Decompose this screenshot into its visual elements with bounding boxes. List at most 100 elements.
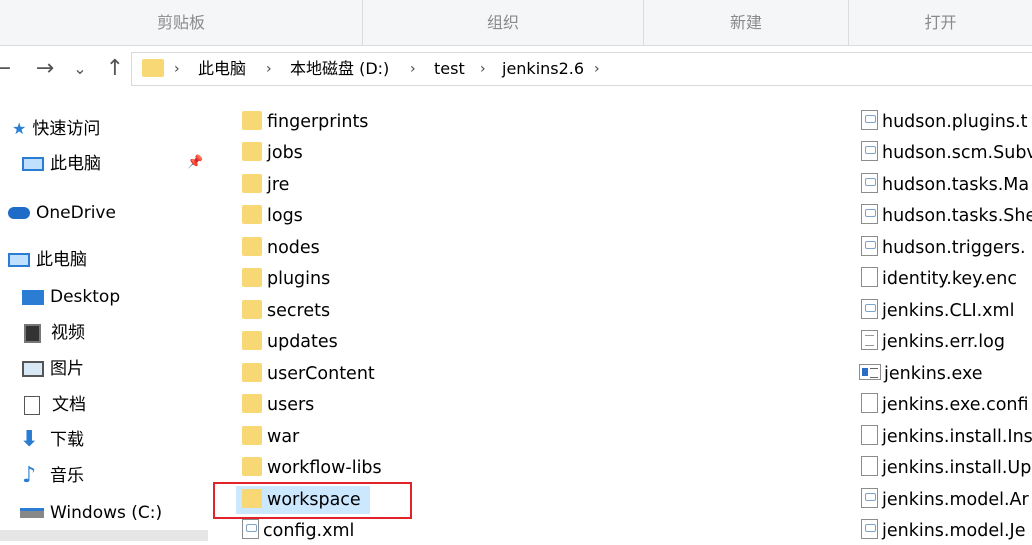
nav-label: 此电脑 — [36, 250, 87, 270]
cloud-icon — [8, 207, 30, 219]
breadcrumb-this-pc[interactable]: 此电脑 — [198, 53, 246, 85]
folder-name: war — [267, 427, 300, 447]
music-icon: ♪ — [22, 463, 37, 488]
folder-item[interactable]: secrets — [242, 297, 330, 325]
video-icon — [24, 323, 41, 343]
folder-item[interactable]: updates — [242, 328, 338, 356]
computer-icon — [8, 253, 30, 267]
folder-item[interactable]: logs — [242, 202, 303, 230]
chevron-right-icon[interactable]: › — [174, 53, 180, 85]
chevron-right-icon[interactable]: › — [594, 53, 600, 85]
breadcrumb-local-disk[interactable]: 本地磁盘 (D:) — [290, 53, 389, 85]
nav-onedrive[interactable]: OneDrive — [8, 199, 116, 227]
file-name: hudson.scm.Subv — [882, 143, 1032, 163]
nav-label: 文档 — [52, 395, 86, 415]
folder-item[interactable]: nodes — [242, 234, 320, 262]
folder-icon — [242, 362, 262, 382]
ribbon-group-open[interactable]: 打开 — [849, 0, 1032, 45]
file-name: jenkins.exe.confi — [882, 395, 1029, 415]
highlight-annotation — [213, 482, 412, 519]
download-icon: ⬇ — [20, 427, 39, 452]
file-item[interactable]: hudson.plugins.t — [861, 108, 1027, 136]
star-icon: ★ — [12, 119, 27, 138]
nav-label: Windows (C:) — [50, 503, 163, 523]
ribbon-group-clipboard[interactable]: 剪贴板 — [0, 0, 362, 45]
forward-arrow-icon[interactable]: → — [33, 54, 57, 84]
nav-pictures[interactable]: 图片 — [22, 355, 84, 383]
folder-item[interactable]: jobs — [242, 139, 303, 167]
nav-windows-drive[interactable]: Windows (C:) — [20, 499, 162, 527]
picture-icon — [22, 361, 44, 377]
computer-icon — [22, 157, 44, 171]
chevron-right-icon[interactable]: › — [410, 53, 416, 85]
folder-icon — [242, 236, 262, 256]
ribbon-group-organize[interactable]: 组织 — [363, 0, 643, 45]
nav-label: 此电脑 — [50, 154, 101, 174]
file-item[interactable]: jenkins.err.log — [861, 328, 1005, 356]
folder-icon — [242, 204, 262, 224]
exe-file-icon — [859, 364, 881, 380]
folder-item[interactable]: userContent — [242, 360, 375, 388]
breadcrumb-test[interactable]: test — [434, 53, 465, 85]
drive-icon — [20, 508, 44, 518]
file-name: hudson.plugins.t — [882, 112, 1028, 132]
file-item[interactable]: jenkins.install.Up — [861, 454, 1031, 482]
file-name: identity.key.enc — [882, 269, 1018, 289]
folder-icon — [242, 110, 262, 130]
chevron-right-icon[interactable]: › — [266, 53, 272, 85]
folder-name: workflow-libs — [267, 458, 382, 478]
nav-this-pc-pinned[interactable]: 此电脑 — [22, 150, 101, 178]
folder-item[interactable]: workflow-libs — [242, 454, 382, 482]
file-name: jenkins.model.Je — [882, 521, 1026, 541]
back-arrow-icon[interactable]: ← — [0, 54, 12, 84]
file-name: jenkins.err.log — [882, 332, 1005, 352]
file-item[interactable]: jenkins.model.Ar — [861, 486, 1029, 514]
folder-item[interactable]: jre — [242, 171, 289, 199]
file-item[interactable]: jenkins.CLI.xml — [861, 297, 1014, 325]
ribbon-group-new[interactable]: 新建 — [644, 0, 848, 45]
file-name: hudson.triggers. — [882, 238, 1026, 258]
folder-item[interactable]: fingerprints — [242, 108, 368, 136]
folder-icon — [242, 393, 262, 413]
nav-downloads[interactable]: ⬇ 下载 — [20, 426, 84, 454]
folder-name: plugins — [267, 269, 331, 289]
address-bar[interactable]: › 此电脑 › 本地磁盘 (D:) › test › jenkins2.6 › — [131, 52, 1032, 86]
file-item[interactable]: hudson.triggers. — [861, 234, 1026, 262]
up-arrow-icon[interactable]: ↑ — [103, 54, 127, 84]
file-item[interactable]: identity.key.enc — [861, 265, 1017, 293]
folder-name: logs — [267, 206, 303, 226]
file-item[interactable]: jenkins.exe.confi — [861, 391, 1029, 419]
folder-name: users — [267, 395, 315, 415]
breadcrumb-jenkins[interactable]: jenkins2.6 — [502, 53, 584, 85]
xml-file-icon — [861, 173, 878, 193]
nav-label: 图片 — [50, 359, 84, 379]
pin-icon[interactable]: 📌 — [187, 156, 203, 170]
folder-name: nodes — [267, 238, 320, 258]
folder-item[interactable]: users — [242, 391, 314, 419]
file-item[interactable]: jenkins.exe — [859, 360, 983, 388]
file-name: jenkins.install.Up — [882, 458, 1032, 478]
nav-label: 下载 — [50, 430, 84, 450]
chevron-right-icon[interactable]: › — [480, 53, 486, 85]
folder-item[interactable]: war — [242, 423, 299, 451]
file-item[interactable]: hudson.scm.Subv — [861, 139, 1032, 167]
file-item[interactable]: hudson.tasks.She — [861, 202, 1032, 230]
folder-icon — [242, 299, 262, 319]
nav-desktop[interactable]: Desktop — [22, 283, 120, 311]
blank-file-icon — [861, 267, 878, 287]
file-name: config.xml — [263, 521, 355, 541]
file-item[interactable]: hudson.tasks.Ma — [861, 171, 1029, 199]
xml-file-icon — [861, 204, 878, 224]
nav-this-pc[interactable]: 此电脑 — [8, 246, 87, 274]
horizontal-scrollbar[interactable] — [0, 530, 208, 541]
file-item[interactable]: jenkins.install.Ins — [861, 423, 1032, 451]
recent-locations-chevron-icon[interactable]: ⌄ — [70, 54, 90, 84]
nav-quick-access[interactable]: ★ 快速访问 — [12, 115, 100, 143]
nav-music[interactable]: ♪ 音乐 — [22, 462, 84, 490]
nav-documents[interactable]: 文档 — [22, 391, 86, 419]
folder-item[interactable]: plugins — [242, 265, 330, 293]
folder-icon — [142, 59, 164, 77]
xml-file-icon — [861, 141, 878, 161]
nav-videos[interactable]: 视频 — [22, 319, 85, 347]
file-name: jenkins.exe — [884, 364, 983, 384]
